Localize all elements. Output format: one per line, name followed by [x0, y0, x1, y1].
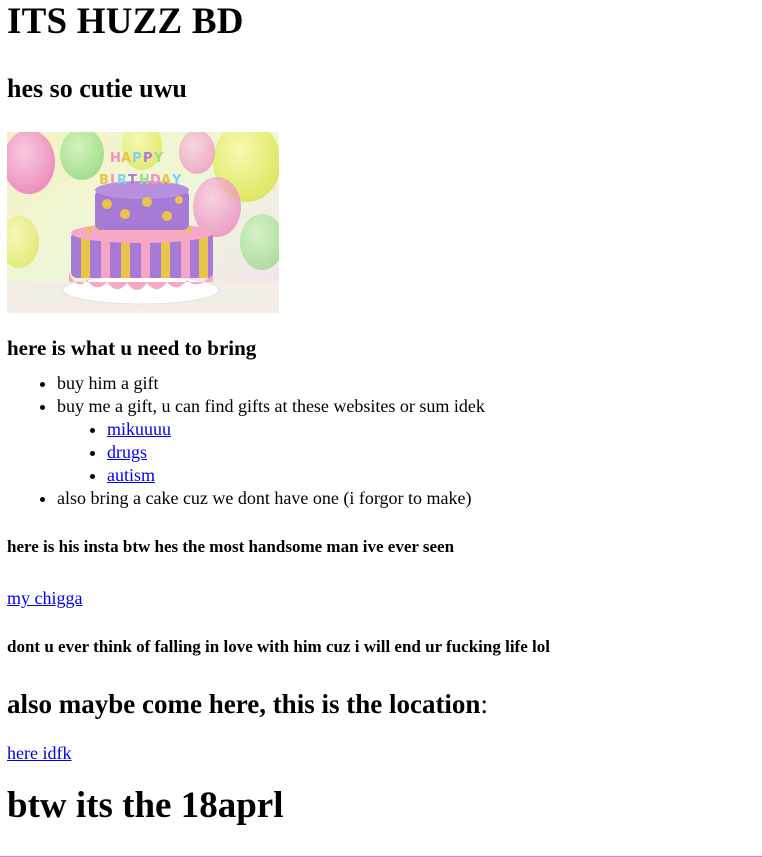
- gift-site-item: drugs: [107, 441, 755, 464]
- location-paragraph: here idfk: [7, 742, 755, 764]
- svg-text:D: D: [150, 173, 161, 188]
- gift-sites-list: mikuuuu drugs autism: [57, 418, 755, 487]
- svg-text:R: R: [117, 173, 127, 188]
- svg-text:I: I: [110, 173, 115, 188]
- link-autism[interactable]: autism: [107, 465, 155, 485]
- insta-heading: here is his insta btw hes the most hands…: [7, 537, 455, 556]
- bring-list: buy him a gift buy me a gift, u can find…: [7, 372, 755, 510]
- list-item-text: buy me a gift, u can find gifts at these…: [57, 396, 485, 416]
- svg-text:P: P: [143, 151, 153, 166]
- location-heading-colon: :: [480, 689, 488, 719]
- link-mikuuuu[interactable]: mikuuuu: [107, 419, 171, 439]
- page-title: ITS HUZZ BD: [7, 1, 244, 42]
- svg-text:B: B: [99, 173, 109, 188]
- svg-text:T: T: [128, 173, 137, 188]
- svg-text:H: H: [139, 173, 150, 188]
- location-link[interactable]: here idfk: [7, 743, 71, 763]
- page: ITS HUZZ BD hes so cutie uwu H A P P Y B…: [0, 0, 762, 826]
- gift-site-item: autism: [107, 464, 755, 487]
- gift-site-item: mikuuuu: [107, 418, 755, 441]
- list-item: also bring a cake cuz we dont have one (…: [57, 487, 755, 510]
- birthday-cake-image: H A P P Y B I R T H D A Y: [7, 132, 279, 313]
- svg-text:Y: Y: [171, 173, 182, 188]
- bring-heading: here is what u need to bring: [7, 336, 257, 360]
- link-drugs[interactable]: drugs: [107, 442, 147, 462]
- list-item-text: buy him a gift: [57, 373, 159, 393]
- page-subtitle: hes so cutie uwu: [7, 74, 187, 103]
- date-heading: btw its the 18aprl: [7, 785, 284, 826]
- list-item-text: also bring a cake cuz we dont have one (…: [57, 488, 472, 508]
- svg-text:Y: Y: [153, 151, 164, 166]
- insta-link[interactable]: my chigga: [7, 588, 82, 608]
- svg-text:H: H: [110, 151, 121, 166]
- svg-text:A: A: [161, 173, 171, 188]
- list-item: buy him a gift: [57, 372, 755, 395]
- warning-heading: dont u ever think of falling in love wit…: [7, 637, 550, 656]
- list-item: buy me a gift, u can find gifts at these…: [57, 395, 755, 487]
- location-heading-text: also maybe come here, this is the locati…: [7, 689, 481, 719]
- insta-paragraph: my chigga: [7, 587, 755, 609]
- location-heading: also maybe come here, this is the locati…: [7, 688, 755, 720]
- svg-text:P: P: [132, 151, 142, 166]
- svg-text:A: A: [121, 151, 131, 166]
